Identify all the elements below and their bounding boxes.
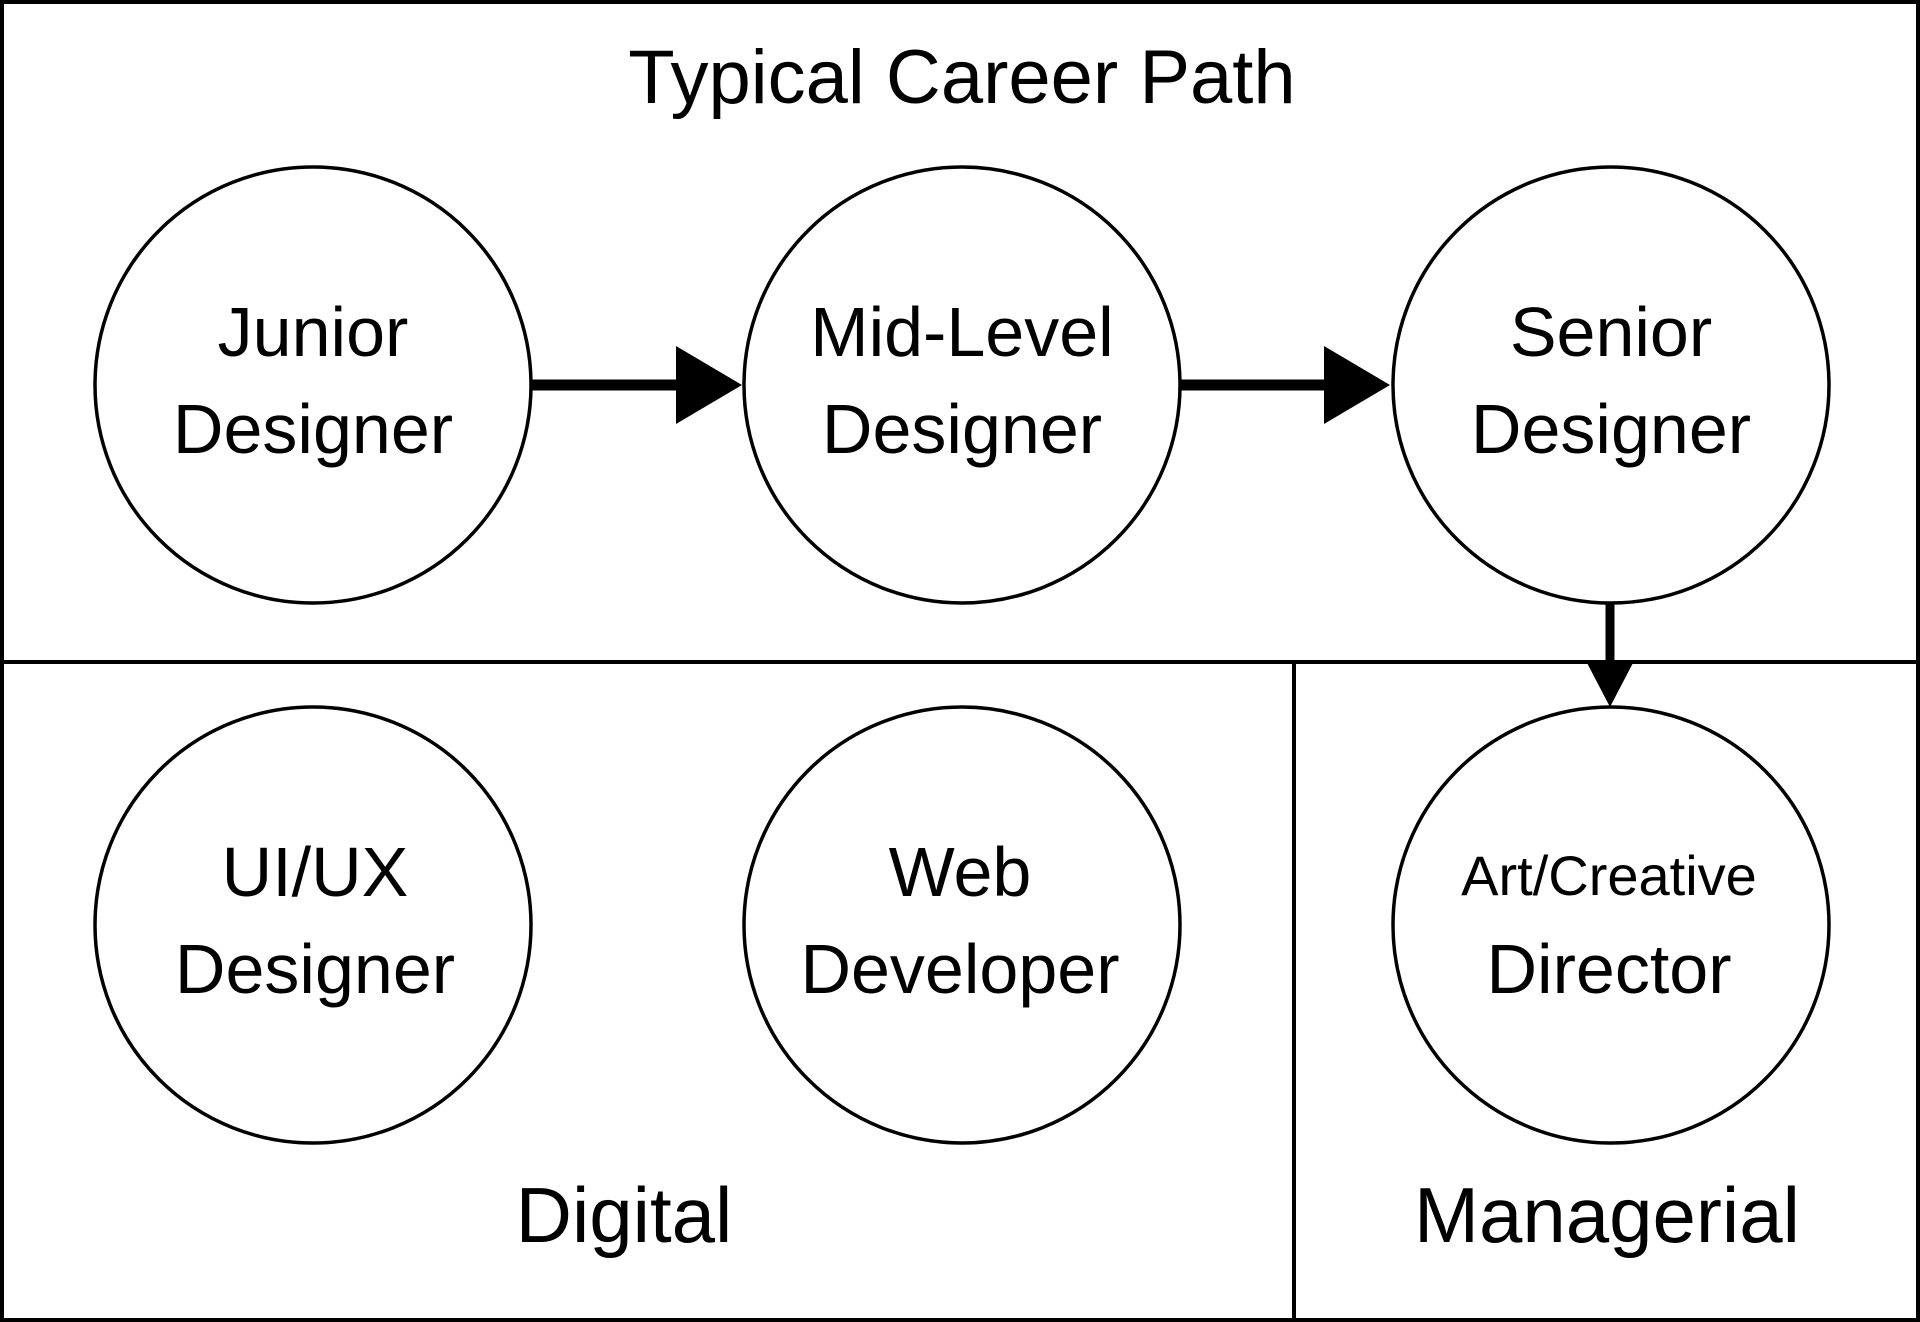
node-label-line2: Developer (800, 930, 1119, 1008)
node-label-line1: Mid-Level (810, 293, 1113, 371)
node-label-line1: Art/Creative (1461, 844, 1757, 907)
node-senior-designer: Senior Designer (1391, 165, 1831, 605)
node-junior-designer: Junior Designer (93, 165, 533, 605)
section-label-managerial: Managerial (1414, 1171, 1800, 1259)
node-label-line2: Designer (173, 390, 453, 468)
node-label-line2: Designer (175, 930, 455, 1008)
node-label-line2: Designer (822, 390, 1102, 468)
node-label-line2: Director (1486, 930, 1731, 1008)
node-web-developer: Web Developer (742, 705, 1182, 1145)
node-ui-ux-designer: UI/UX Designer (93, 705, 533, 1145)
node-label-line1: Junior (218, 293, 409, 371)
node-label-line1: Senior (1510, 293, 1712, 371)
node-label-line2: Designer (1471, 390, 1751, 468)
diagram-title: Typical Career Path (628, 35, 1295, 120)
arrow-senior-to-director (1586, 603, 1634, 707)
node-label-line1: UI/UX (222, 833, 409, 911)
arrow-junior-to-mid (532, 346, 742, 424)
career-path-diagram: Typical Career Path Junior Designer Mid-… (0, 0, 1920, 1322)
node-mid-level-designer: Mid-Level Designer (742, 165, 1182, 605)
node-label-line1: Web (889, 833, 1032, 911)
section-label-digital: Digital (516, 1171, 733, 1259)
arrow-mid-to-senior (1181, 346, 1390, 424)
node-art-creative-director: Art/Creative Director (1391, 705, 1831, 1145)
